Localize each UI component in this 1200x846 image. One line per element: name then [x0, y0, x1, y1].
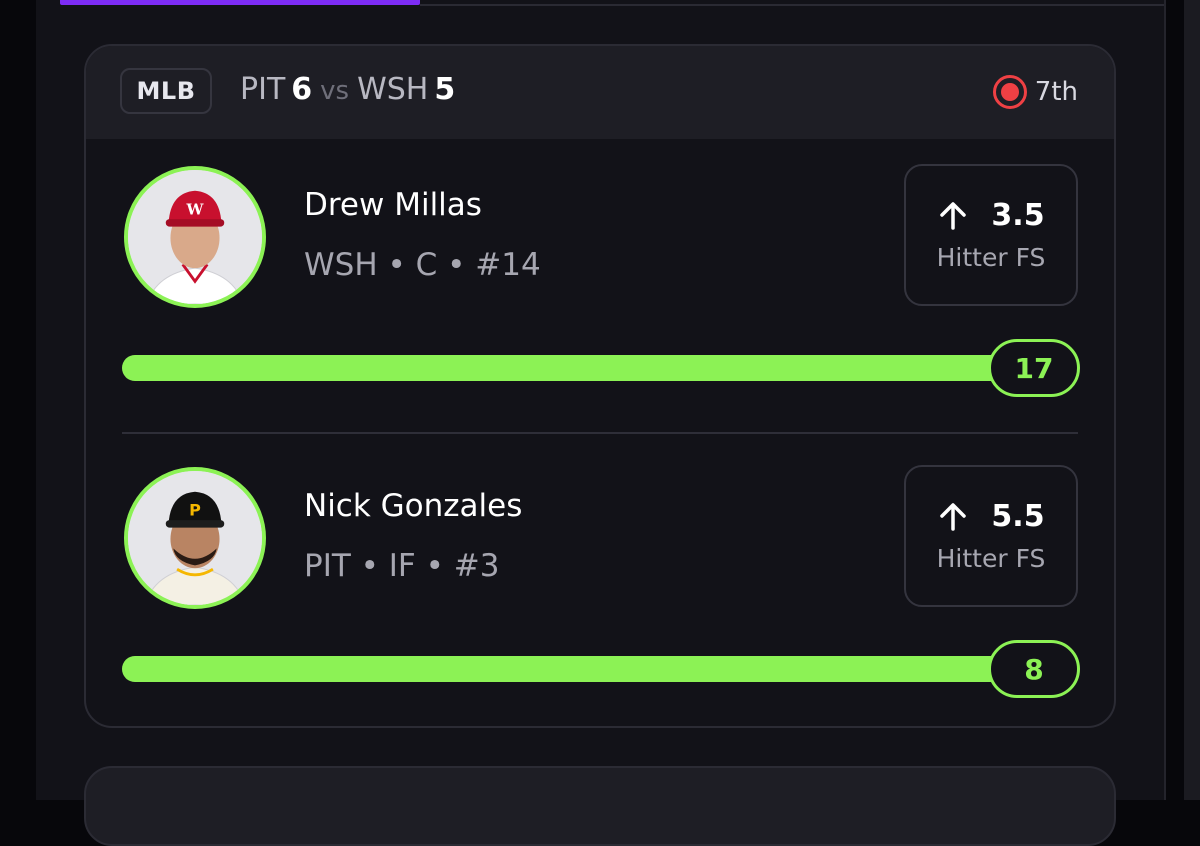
home-score: 5	[434, 72, 456, 107]
player-avatar: P	[124, 467, 266, 609]
live-status: 7th	[992, 74, 1078, 110]
progress-fill	[122, 656, 1062, 682]
matchup: PIT 6 vs WSH 5	[240, 72, 455, 112]
arrow-up-icon	[937, 501, 969, 533]
stat-line-value: 3.5	[991, 198, 1045, 233]
stat-label: Hitter FS	[936, 243, 1046, 272]
stat-line-box[interactable]: 3.5 Hitter FS	[904, 164, 1078, 306]
player-avatar: W	[124, 166, 266, 308]
progress-track	[122, 355, 1062, 381]
next-game-card[interactable]	[84, 766, 1116, 846]
vs-label: vs	[320, 76, 350, 106]
away-score: 6	[291, 72, 313, 107]
player-row[interactable]: W Drew Millas WSH • C • #14 3.5 Hitter F…	[86, 139, 1114, 429]
svg-text:W: W	[186, 200, 205, 218]
tab-rule	[420, 4, 1164, 6]
progress-track	[122, 656, 1062, 682]
league-badge: MLB	[120, 68, 212, 114]
inning-label: 7th	[1034, 77, 1078, 107]
arrow-up-icon	[937, 200, 969, 232]
right-panel	[1184, 0, 1200, 800]
away-team: PIT	[240, 72, 286, 107]
player-headshot-icon: W	[128, 170, 262, 304]
svg-text:P: P	[189, 500, 201, 519]
stat-label: Hitter FS	[936, 544, 1046, 573]
active-tab-indicator[interactable]	[60, 0, 420, 5]
player-meta: PIT • IF • #3	[304, 548, 500, 584]
progress-fill	[122, 355, 1062, 381]
player-name: Drew Millas	[304, 187, 482, 223]
stat-line-box[interactable]: 5.5 Hitter FS	[904, 465, 1078, 607]
game-header: MLB PIT 6 vs WSH 5 7th	[86, 46, 1114, 139]
progress-value-badge: 8	[988, 640, 1080, 698]
player-row[interactable]: P Nick Gonzales PIT • IF • #3 5.5 Hitter…	[86, 440, 1114, 726]
home-team: WSH	[357, 72, 429, 107]
player-name: Nick Gonzales	[304, 488, 523, 524]
stat-line-value: 5.5	[991, 499, 1045, 534]
live-indicator-icon	[992, 75, 1027, 109]
progress-value-badge: 17	[988, 339, 1080, 397]
player-headshot-icon: P	[128, 471, 262, 605]
player-meta: WSH • C • #14	[304, 247, 541, 283]
column-divider	[1164, 0, 1166, 800]
row-divider	[122, 432, 1078, 434]
game-card[interactable]: MLB PIT 6 vs WSH 5 7th W Drew Millas WSH…	[84, 44, 1116, 728]
